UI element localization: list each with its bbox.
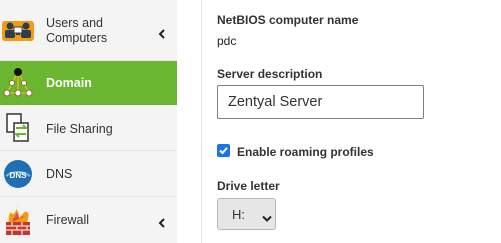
- sidebar-item-file-sharing[interactable]: File Sharing: [0, 105, 177, 151]
- sidebar-item-label: Firewall: [46, 213, 90, 227]
- sidebar-item-firewall[interactable]: Firewall: [0, 197, 177, 243]
- sidebar-item-dns[interactable]: DNS DNS: [0, 151, 177, 197]
- domain-icon: [2, 67, 34, 99]
- sidebar-item-label: DNS: [46, 167, 73, 181]
- firewall-icon: [2, 204, 34, 236]
- server-description-label: Server description: [217, 67, 323, 81]
- server-description-input[interactable]: [217, 85, 424, 119]
- chevron-left-icon: [158, 215, 166, 228]
- sidebar: Users and Computers Domain File Sharing …: [0, 0, 177, 243]
- drive-letter-select[interactable]: H:: [217, 198, 276, 230]
- netbios-name-label: NetBIOS computer name: [217, 13, 359, 27]
- netbios-name-value: pdc: [217, 34, 237, 48]
- roaming-profiles-checkbox[interactable]: [217, 144, 230, 157]
- roaming-profiles-label[interactable]: Enable roaming profiles: [237, 145, 374, 159]
- dns-icon-text: DNS: [10, 171, 28, 180]
- sidebar-item-label: File Sharing: [46, 122, 113, 136]
- sidebar-item-domain[interactable]: Domain: [0, 61, 177, 105]
- file-sharing-icon: [2, 112, 34, 144]
- dns-icon: DNS: [2, 158, 34, 190]
- sidebar-divider: [201, 0, 202, 243]
- sidebar-item-users-computers[interactable]: Users and Computers: [0, 0, 177, 61]
- users-computers-icon: [2, 14, 34, 46]
- sidebar-item-label: Domain: [46, 76, 92, 90]
- chevron-down-icon: [262, 210, 272, 228]
- sidebar-item-label: Users and Computers: [46, 16, 108, 45]
- chevron-left-icon: [158, 26, 166, 39]
- drive-letter-value: H:: [232, 207, 245, 222]
- checkmark-icon: [219, 147, 228, 155]
- drive-letter-label: Drive letter: [217, 179, 280, 193]
